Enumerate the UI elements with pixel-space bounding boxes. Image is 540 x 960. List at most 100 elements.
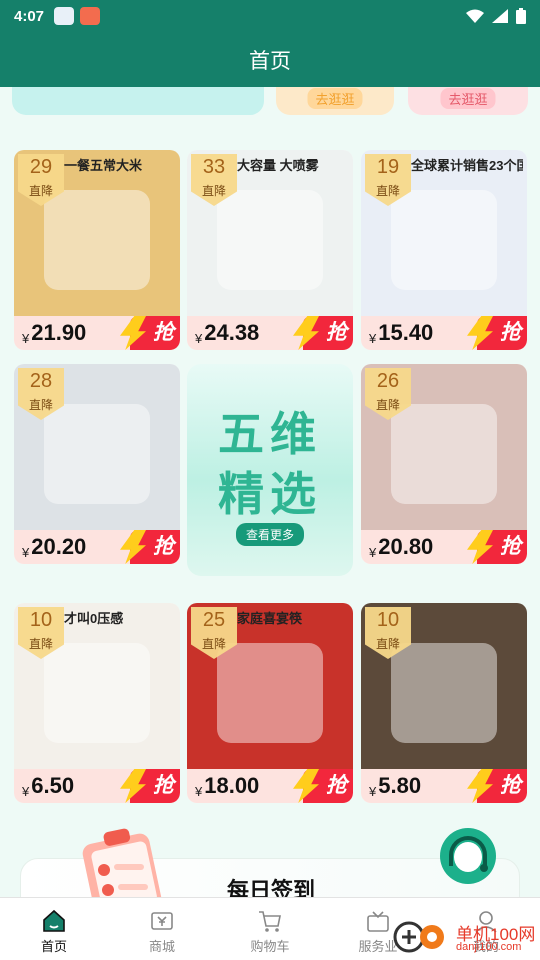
- currency-symbol: ¥: [22, 331, 30, 346]
- heart-app-icon: [80, 7, 101, 25]
- currency-symbol: ¥: [22, 784, 30, 799]
- product-image-caption: 一餐五常大米: [64, 158, 143, 173]
- grab-label: 抢: [326, 321, 347, 344]
- top-banner-card-3[interactable]: 去逛逛: [408, 87, 528, 115]
- grab-button[interactable]: 抢: [118, 769, 180, 803]
- price-drop-badge: 10 直降: [18, 607, 64, 659]
- drop-amount: 10: [29, 609, 53, 631]
- promo-title-line-1: 五维: [218, 408, 322, 460]
- product-card[interactable]: 一餐五常大米 29 直降 ¥ 21.90 抢: [14, 150, 180, 350]
- grab-button[interactable]: 抢: [118, 316, 180, 350]
- tab-home[interactable]: 首页: [0, 898, 108, 960]
- watermark: 单机100网 danji100.com: [392, 914, 540, 960]
- product-price: 20.20: [31, 534, 87, 559]
- grab-button[interactable]: 抢: [465, 316, 527, 350]
- drop-label: 直降: [201, 184, 226, 198]
- currency-symbol: ¥: [369, 784, 377, 799]
- product-image-caption: 全球累计销售23个国家: [411, 158, 523, 173]
- price-drop-badge: 25 直降: [191, 607, 237, 659]
- price-drop-badge: 19 直降: [365, 154, 411, 206]
- drop-amount: 19: [376, 156, 400, 178]
- grab-button[interactable]: 抢: [118, 530, 180, 564]
- currency-symbol: ¥: [195, 331, 203, 346]
- drop-amount: 25: [202, 609, 226, 631]
- price-drop-badge: 28 直降: [18, 368, 64, 420]
- product-price: 21.90: [31, 320, 87, 345]
- page-header: 首页: [0, 32, 540, 87]
- currency-symbol: ¥: [22, 545, 30, 560]
- status-bar: 4:07: [0, 0, 540, 32]
- watermark-logo-icon: [393, 921, 444, 953]
- tab-mall[interactable]: 商城: [108, 898, 216, 960]
- drop-label: 直降: [201, 637, 226, 651]
- product-price: 15.40: [378, 320, 434, 345]
- car-app-icon: [54, 7, 75, 25]
- product-price: 5.80: [378, 773, 422, 798]
- five-dim-selection-card[interactable]: 五维 精选 查看更多: [187, 364, 353, 576]
- product-price: 18.00: [204, 773, 260, 798]
- product-card[interactable]: 才叫0压感 10 直降 ¥ 6.50 抢: [14, 603, 180, 803]
- drop-amount: 33: [202, 156, 226, 178]
- grab-button[interactable]: 抢: [465, 769, 527, 803]
- top-banner-card-1[interactable]: [12, 87, 264, 115]
- mall-icon: [151, 912, 173, 930]
- tab-cart[interactable]: 购物车: [216, 898, 324, 960]
- drop-label: 直降: [375, 398, 400, 412]
- grab-button[interactable]: 抢: [291, 316, 353, 350]
- currency-symbol: ¥: [369, 545, 377, 560]
- product-image-caption: 家庭喜宴筷: [237, 611, 303, 626]
- grab-button[interactable]: 抢: [465, 530, 527, 564]
- product-price: 20.80: [378, 534, 434, 559]
- price-drop-badge: 33 直降: [191, 154, 237, 206]
- grab-label: 抢: [153, 321, 174, 344]
- wifi-icon: [466, 9, 484, 23]
- drop-amount: 29: [29, 156, 53, 178]
- grab-label: 抢: [500, 535, 521, 558]
- product-card[interactable]: 全球累计销售23个国家 19 直降 ¥ 15.40 抢: [361, 150, 527, 350]
- drop-label: 直降: [28, 637, 53, 651]
- grab-label: 抢: [500, 321, 521, 344]
- grab-label: 抢: [326, 774, 347, 797]
- product-price: 24.38: [204, 320, 260, 345]
- grab-label: 抢: [153, 774, 174, 797]
- tab-label: 商城: [148, 939, 175, 954]
- product-card[interactable]: 大容量 大喷雾 33 直降 ¥ 24.38 抢: [187, 150, 353, 350]
- price-drop-badge: 26 直降: [365, 368, 411, 420]
- top-banner-card-2[interactable]: 去逛逛: [276, 87, 394, 115]
- drop-label: 直降: [375, 184, 400, 198]
- price-drop-badge: 29 直降: [18, 154, 64, 206]
- signal-icon: [492, 9, 508, 23]
- promo-title-line-2: 精选: [218, 468, 322, 520]
- product-card[interactable]: 家庭喜宴筷 25 直降 ¥ 18.00 抢: [187, 603, 353, 803]
- drop-label: 直降: [28, 184, 53, 198]
- currency-symbol: ¥: [369, 331, 377, 346]
- service-icon: [367, 911, 389, 932]
- drop-amount: 28: [29, 370, 53, 392]
- product-image-caption: 才叫0压感: [64, 611, 124, 626]
- browse-button[interactable]: 去逛逛: [307, 88, 363, 109]
- watermark-site: danji100.com: [456, 941, 522, 953]
- drop-amount: 10: [376, 609, 400, 631]
- tab-label: 首页: [40, 939, 67, 954]
- grab-label: 抢: [500, 774, 521, 797]
- tab-label: 购物车: [250, 939, 290, 954]
- drop-label: 直降: [375, 637, 400, 651]
- home-icon: [43, 909, 65, 932]
- grab-label: 抢: [153, 535, 174, 558]
- browse-button[interactable]: 去逛逛: [440, 88, 496, 109]
- cart-icon: [259, 911, 281, 932]
- grab-button[interactable]: 抢: [291, 769, 353, 803]
- drop-amount: 26: [376, 370, 400, 392]
- product-card[interactable]: 10 直降 ¥ 5.80 抢: [361, 603, 527, 803]
- product-image-caption: 大容量 大喷雾: [237, 158, 319, 173]
- customer-service-icon[interactable]: [440, 828, 496, 884]
- drop-label: 直降: [28, 398, 53, 412]
- view-more-button[interactable]: 查看更多: [235, 523, 305, 546]
- product-price: 6.50: [31, 773, 75, 798]
- page-title: 首页: [249, 49, 291, 73]
- product-card[interactable]: 26 直降 ¥ 20.80 抢: [361, 364, 527, 564]
- top-banner-row: 去逛逛 去逛逛: [0, 87, 540, 119]
- status-time: 4:07: [14, 7, 45, 25]
- currency-symbol: ¥: [195, 784, 203, 799]
- product-card[interactable]: 28 直降 ¥ 20.20 抢: [14, 364, 180, 564]
